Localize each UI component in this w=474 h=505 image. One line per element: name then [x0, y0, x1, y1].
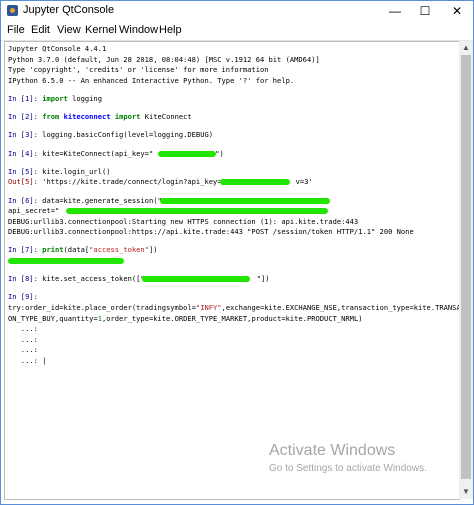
code: logging	[67, 93, 102, 103]
cell-in-2: In [2]: from kiteconnect import KiteConn…	[8, 112, 458, 123]
code: (data[	[63, 245, 90, 255]
menu-help[interactable]: Help	[159, 24, 182, 36]
minimize-button[interactable]: —	[381, 1, 409, 21]
redaction-mark	[8, 258, 124, 265]
cell-in-8: In [8]: kite.set_access_token([" "])	[8, 274, 458, 285]
menu-view[interactable]: View	[57, 24, 81, 36]
string-output: 'https://kite.trade/connect/login?api_ke…	[37, 177, 222, 187]
menu-bar: File Edit View Kernel Window Help	[1, 21, 473, 41]
code: kite.login_url()	[37, 166, 111, 176]
watermark-subtitle: Go to Settings to activate Windows.	[269, 463, 427, 474]
banner-line: Type 'copyright', 'credits' or 'license'…	[8, 65, 269, 75]
keyword: from	[42, 112, 60, 122]
redacted-output	[8, 256, 458, 267]
debug-line: DEBUG:urllib3.connectionpool:Starting ne…	[8, 216, 359, 226]
scroll-up-arrow-icon[interactable]: ▲	[459, 41, 473, 55]
module-name: kiteconnect	[63, 112, 111, 122]
in-prompt: In [3]:	[8, 130, 38, 140]
code-line: try:order_id=kite.place_order(tradingsym…	[8, 303, 460, 314]
code: kite.set_access_token(["	[37, 274, 145, 284]
string-literal: "access_token"	[89, 245, 149, 255]
code-line: ON_TYPE_BUY,quantity=1,order_type=kite.O…	[8, 314, 458, 325]
in-prompt: In [9]:	[8, 292, 38, 302]
cell-in-1: In [1]: import logging	[8, 94, 458, 105]
watermark-title: Activate Windows	[269, 442, 396, 459]
redaction-mark	[160, 197, 330, 204]
code: api_secret="	[8, 206, 60, 216]
code: kite=KiteConnect(api_key="	[37, 148, 154, 158]
code: data=kite.generate_session("	[37, 195, 162, 205]
continuation-prompt-active[interactable]: ...: |	[8, 356, 458, 367]
in-prompt: In [8]:	[8, 274, 38, 284]
string-output: v=3'	[295, 177, 313, 187]
close-button[interactable]: ✕	[443, 1, 471, 21]
string-literal: "INFY"	[195, 303, 222, 313]
code: ,order_type=kite.ORDER_TYPE_MARKET,produ…	[101, 313, 363, 323]
keyword: import	[42, 93, 68, 103]
in-prompt: In [6]:	[8, 195, 38, 205]
maximize-button[interactable]: ☐	[411, 1, 439, 21]
window-title: Jupyter QtConsole	[23, 4, 115, 16]
menu-file[interactable]: File	[7, 24, 25, 36]
code: ")	[215, 148, 224, 158]
code: ,exchange=kite.EXCHANGE_NSE,transaction_…	[221, 303, 460, 313]
scroll-thumb[interactable]	[461, 55, 471, 479]
banner-line: IPython 6.5.0 -- An enhanced Interactive…	[8, 75, 295, 85]
qtconsole-window: Jupyter QtConsole — ☐ ✕ File Edit View K…	[0, 0, 474, 505]
cell-in-3: In [3]: logging.basicConfig(level=loggin…	[8, 130, 458, 141]
title-bar[interactable]: Jupyter QtConsole — ☐ ✕	[1, 1, 473, 21]
code: logging.basicConfig(level=logging.DEBUG)	[37, 130, 214, 140]
continuation-prompt: ...:	[8, 345, 38, 355]
cell-in-9: In [9]:	[8, 292, 458, 303]
in-prompt: In [4]:	[8, 148, 38, 158]
activate-windows-watermark: Activate Windows Go to Settings to activ…	[269, 442, 427, 474]
redaction-mark	[66, 208, 328, 215]
cell-out-5: Out[5]: 'https://kite.trade/connect/logi…	[8, 177, 458, 188]
in-prompt: In [1]:	[8, 93, 38, 103]
continuation-prompt: ...:	[8, 334, 38, 344]
menu-window[interactable]: Window	[119, 24, 158, 36]
redaction-mark	[158, 150, 216, 157]
builtin-function: print	[37, 245, 64, 255]
cell-in-6: In [6]: data=kite.generate_session("	[8, 196, 458, 207]
code: try:order_id=kite.place_order(tradingsym…	[8, 303, 196, 313]
cell-in-5: In [5]: kite.login_url()	[8, 167, 458, 178]
code: ON_TYPE_BUY,quantity=	[8, 313, 98, 323]
code: KiteConnect	[140, 112, 192, 122]
in-prompt: In [2]:	[8, 112, 38, 122]
code: "])	[256, 274, 270, 284]
scroll-down-arrow-icon[interactable]: ▼	[459, 485, 473, 499]
cell-in-7: In [7]: print(data["access_token"])	[8, 245, 458, 256]
menu-edit[interactable]: Edit	[31, 24, 50, 36]
console-output-area[interactable]: Jupyter QtConsole 4.4.1 Python 3.7.0 (de…	[4, 41, 460, 500]
banner-line: Jupyter QtConsole 4.4.1	[8, 44, 107, 53]
redaction-mark	[220, 179, 290, 186]
code: ])	[148, 245, 158, 255]
out-prompt: Out[5]:	[8, 177, 38, 187]
redaction-mark	[142, 276, 250, 283]
cell-in-6-line2: api_secret="	[8, 206, 458, 217]
banner-line: Python 3.7.0 (default, Jun 28 2018, 08:0…	[8, 54, 320, 64]
keyword: import	[114, 112, 141, 122]
menu-kernel[interactable]: Kernel	[85, 24, 117, 36]
jupyter-app-icon	[7, 5, 18, 16]
cell-in-4: In [4]: kite=KiteConnect(api_key=" ")	[8, 149, 458, 160]
in-prompt: In [7]:	[8, 245, 38, 255]
vertical-scrollbar[interactable]: ▲ ▼	[459, 41, 473, 499]
in-prompt: In [5]:	[8, 166, 38, 176]
debug-line: DEBUG:urllib3.connectionpool:https://api…	[8, 227, 414, 237]
continuation-prompt: ...:	[8, 324, 38, 334]
